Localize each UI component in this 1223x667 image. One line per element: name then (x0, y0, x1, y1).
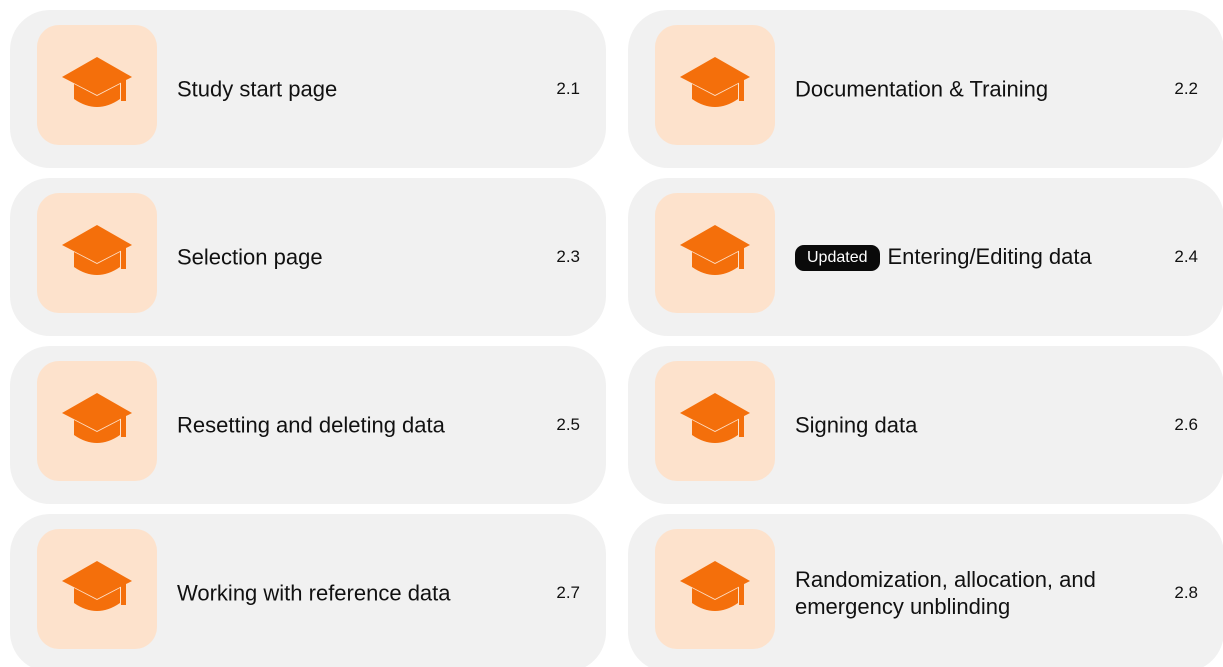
chapter-title: Documentation & Training (795, 76, 1049, 102)
graduation-cap-icon (680, 393, 750, 443)
chapter-card-2-4[interactable]: Updated Entering/Editing data 2.4 (628, 178, 1223, 336)
graduation-cap-icon (62, 561, 132, 611)
chapter-title: Resetting and deleting data (177, 412, 445, 438)
icon-tile (37, 529, 157, 649)
chapter-card-2-8[interactable]: Randomization, allocation, and emergency… (628, 514, 1223, 667)
chapter-title: Study start page (177, 76, 338, 102)
chapter-number: 2.8 (1174, 583, 1198, 602)
chapter-number: 2.5 (556, 415, 580, 434)
chapter-title: Signing data (795, 412, 918, 438)
chapter-number: 2.7 (556, 583, 580, 602)
graduation-cap-icon (680, 561, 750, 611)
graduation-cap-icon (62, 57, 132, 107)
chapter-card-2-3[interactable]: Selection page 2.3 (10, 178, 606, 336)
icon-tile (655, 529, 775, 649)
icon-tile (655, 25, 775, 145)
chapter-card-2-1[interactable]: Study start page 2.1 (10, 10, 606, 168)
icon-tile (37, 25, 157, 145)
chapter-number: 2.2 (1174, 79, 1198, 98)
updated-badge: Updated (795, 245, 880, 271)
icon-tile (655, 193, 775, 313)
graduation-cap-icon (62, 225, 132, 275)
chapter-number: 2.4 (1174, 247, 1198, 266)
chapter-title: Entering/Editing data (887, 244, 1092, 269)
chapter-number: 2.6 (1174, 415, 1198, 434)
icon-tile (37, 361, 157, 481)
graduation-cap-icon (62, 393, 132, 443)
graduation-cap-icon (680, 225, 750, 275)
chapter-title: Selection page (177, 244, 323, 270)
chapter-card-2-6[interactable]: Signing data 2.6 (628, 346, 1223, 504)
chapter-card-2-2[interactable]: Documentation & Training 2.2 (628, 10, 1223, 168)
icon-tile (655, 361, 775, 481)
chapter-card-2-7[interactable]: Working with reference data 2.7 (10, 514, 606, 667)
chapter-title: Randomization, allocation, and emergency… (795, 567, 1096, 619)
chapter-title-wrapper: Updated Entering/Editing data (795, 243, 1125, 271)
graduation-cap-icon (680, 57, 750, 107)
icon-tile (37, 193, 157, 313)
chapter-card-grid: Study start page 2.1 Documentation & Tra… (0, 0, 1223, 667)
chapter-card-2-5[interactable]: Resetting and deleting data 2.5 (10, 346, 606, 504)
chapter-number: 2.3 (556, 247, 580, 266)
chapter-title: Working with reference data (177, 580, 451, 606)
chapter-number: 2.1 (556, 79, 580, 98)
